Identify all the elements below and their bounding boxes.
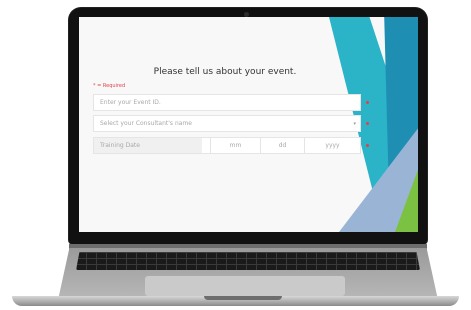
trackpad <box>145 276 345 296</box>
event-id-input[interactable]: Enter your Event ID. <box>93 94 361 111</box>
required-dot <box>366 101 369 104</box>
screen: Please tell us about your event. * = Req… <box>79 17 418 232</box>
consultant-select[interactable]: Select your Consultant's name ▾ <box>93 115 361 132</box>
keyboard <box>76 252 420 270</box>
required-dot <box>366 144 369 147</box>
month-input[interactable]: mm <box>210 138 260 153</box>
day-input[interactable]: dd <box>260 138 304 153</box>
page-title: Please tell us about your event. <box>153 67 297 77</box>
consultant-placeholder: Select your Consultant's name <box>100 120 192 127</box>
training-date-field: Training Date mm dd yyyy <box>93 137 361 154</box>
year-input[interactable]: yyyy <box>304 138 360 153</box>
required-note: * = Required <box>93 83 126 89</box>
training-date-label: Training Date <box>94 138 202 153</box>
chevron-down-icon: ▾ <box>353 121 356 127</box>
laptop-notch <box>204 296 282 300</box>
required-dot <box>366 122 369 125</box>
event-id-placeholder: Enter your Event ID. <box>100 99 161 106</box>
